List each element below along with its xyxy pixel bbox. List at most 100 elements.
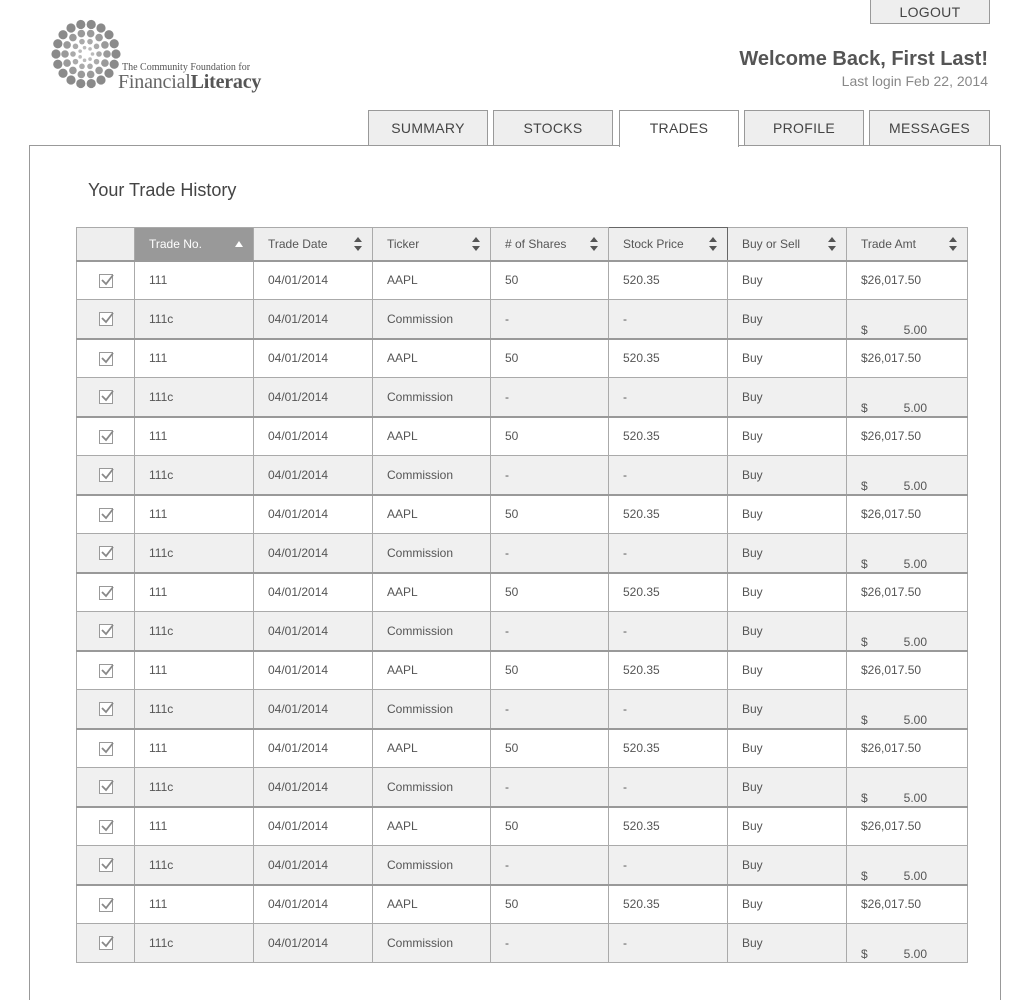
trade-no-cell: 111c — [134, 689, 254, 729]
table-row: 111c 04/01/2014 Commission - - Buy $5.00 — [76, 611, 968, 651]
buy-or-sell-cell: Buy — [727, 337, 847, 378]
tab-profile[interactable]: PROFILE — [744, 110, 864, 146]
row-checkbox[interactable] — [98, 897, 114, 912]
buy-or-sell-cell: Buy — [727, 689, 847, 729]
row-checkbox[interactable] — [98, 624, 114, 639]
stock-price-cell: 520.35 — [608, 571, 728, 612]
trade-date-cell: 04/01/2014 — [253, 727, 373, 768]
row-checkbox[interactable] — [98, 312, 114, 327]
table-row: 111c 04/01/2014 Commission - - Buy $5.00 — [76, 845, 968, 885]
checkmark-icon — [100, 508, 114, 520]
logo-dot — [95, 66, 103, 75]
trade-no-cell: 111c — [134, 845, 254, 885]
checkmark-icon — [100, 780, 114, 792]
trade-no-cell: 111 — [134, 337, 254, 378]
sort-icon — [709, 236, 717, 251]
logo-dot — [53, 59, 63, 69]
row-checkbox[interactable] — [98, 546, 114, 561]
checkmark-icon — [100, 664, 114, 676]
row-checkbox[interactable] — [98, 858, 114, 873]
column-header-trade-date[interactable]: Trade Date — [253, 227, 373, 261]
currency-symbol: $ — [861, 868, 868, 883]
row-select-cell — [76, 611, 135, 651]
buy-or-sell-cell: Buy — [727, 767, 847, 807]
tab-summary[interactable]: SUMMARY — [368, 110, 488, 146]
row-checkbox[interactable] — [98, 819, 114, 834]
logo-dot — [93, 58, 100, 65]
table-row: 111 04/01/2014 AAPL 50 520.35 Buy $26,017.50 — [76, 883, 968, 924]
stock-price-cell: 520.35 — [608, 805, 728, 846]
column-header-buy-or-sell[interactable]: Buy or Sell — [727, 227, 847, 261]
table-row: 111c 04/01/2014 Commission - - Buy $5.00 — [76, 377, 968, 417]
logo-dot — [51, 49, 61, 59]
trade-date-cell: 04/01/2014 — [253, 533, 373, 573]
trade-amt-cell: $5.00 — [846, 923, 968, 963]
row-select-cell — [76, 337, 135, 378]
row-checkbox[interactable] — [98, 585, 114, 600]
logo-dot — [86, 19, 96, 30]
trade-no-cell: 111 — [134, 415, 254, 456]
checkmark-icon — [100, 898, 114, 910]
amount-number: 5.00 — [903, 322, 927, 337]
sort-icon — [590, 236, 598, 251]
trade-no-cell: 111c — [134, 455, 254, 495]
row-checkbox[interactable] — [98, 429, 114, 444]
currency-symbol: $ — [861, 947, 868, 961]
trade-no-cell: 111 — [134, 727, 254, 768]
row-checkbox[interactable] — [98, 390, 114, 405]
column-header-ticker[interactable]: Ticker — [372, 227, 491, 261]
logo-dot — [86, 70, 95, 79]
column-header-trade-no[interactable]: Trade No. — [134, 227, 254, 261]
row-checkbox[interactable] — [98, 663, 114, 678]
tab-stocks[interactable]: STOCKS — [493, 110, 613, 146]
row-checkbox[interactable] — [98, 468, 114, 483]
shares-cell: - — [490, 611, 609, 651]
tab-trades[interactable]: TRADES — [619, 110, 739, 147]
trade-amt-cell: $26,017.50 — [846, 337, 968, 378]
ticker-cell: Commission — [372, 299, 491, 339]
logout-button[interactable]: LOGOUT — [870, 0, 990, 24]
column-header-shares[interactable]: # of Shares — [490, 227, 609, 261]
column-header-label: # of Shares — [505, 236, 567, 251]
table-row: 111 04/01/2014 AAPL 50 520.35 Buy $26,017.50 — [76, 727, 968, 768]
table-row: 111c 04/01/2014 Commission - - Buy $5.00 — [76, 689, 968, 729]
trade-date-cell: 04/01/2014 — [253, 805, 373, 846]
stock-price-cell: - — [608, 377, 728, 417]
page-title: Your Trade History — [88, 180, 237, 200]
trade-amt-cell: $26,017.50 — [846, 649, 968, 690]
trade-amt-cell: $26,017.50 — [846, 805, 968, 846]
row-checkbox[interactable] — [98, 741, 114, 756]
logo-dot — [96, 23, 106, 33]
ticker-cell: AAPL — [372, 805, 491, 846]
logo-dot — [69, 66, 77, 75]
column-header-stock-price[interactable]: Stock Price — [608, 227, 728, 261]
stock-price-cell: - — [608, 533, 728, 573]
table-row: 111c 04/01/2014 Commission - - Buy $5.00 — [76, 923, 968, 963]
table-row: 111c 04/01/2014 Commission - - Buy $5.00 — [76, 299, 968, 339]
sort-icon — [472, 236, 480, 251]
row-checkbox[interactable] — [98, 273, 114, 288]
row-checkbox[interactable] — [98, 936, 114, 951]
trade-amt-cell: $26,017.50 — [846, 493, 968, 534]
trade-date-cell: 04/01/2014 — [253, 259, 373, 300]
stock-price-cell: - — [608, 923, 728, 963]
shares-cell: 50 — [490, 493, 609, 534]
row-select-cell — [76, 805, 135, 846]
column-header-trade-amt[interactable]: Trade Amt — [846, 227, 968, 261]
trade-date-cell: 04/01/2014 — [253, 415, 373, 456]
logo-dot — [72, 43, 79, 50]
ticker-cell: Commission — [372, 689, 491, 729]
tab-messages[interactable]: MESSAGES — [869, 110, 990, 146]
row-checkbox[interactable] — [98, 780, 114, 795]
trade-amt-cell: $26,017.50 — [846, 727, 968, 768]
column-header-label: Trade No. — [149, 236, 202, 251]
ticker-cell: AAPL — [372, 493, 491, 534]
row-checkbox[interactable] — [98, 507, 114, 522]
row-checkbox[interactable] — [98, 702, 114, 717]
trade-no-cell: 111 — [134, 493, 254, 534]
trade-no-cell: 111 — [134, 805, 254, 846]
stock-price-cell: - — [608, 845, 728, 885]
row-checkbox[interactable] — [98, 351, 114, 366]
stock-price-cell: 520.35 — [608, 259, 728, 300]
column-header-label: Stock Price — [623, 236, 684, 251]
